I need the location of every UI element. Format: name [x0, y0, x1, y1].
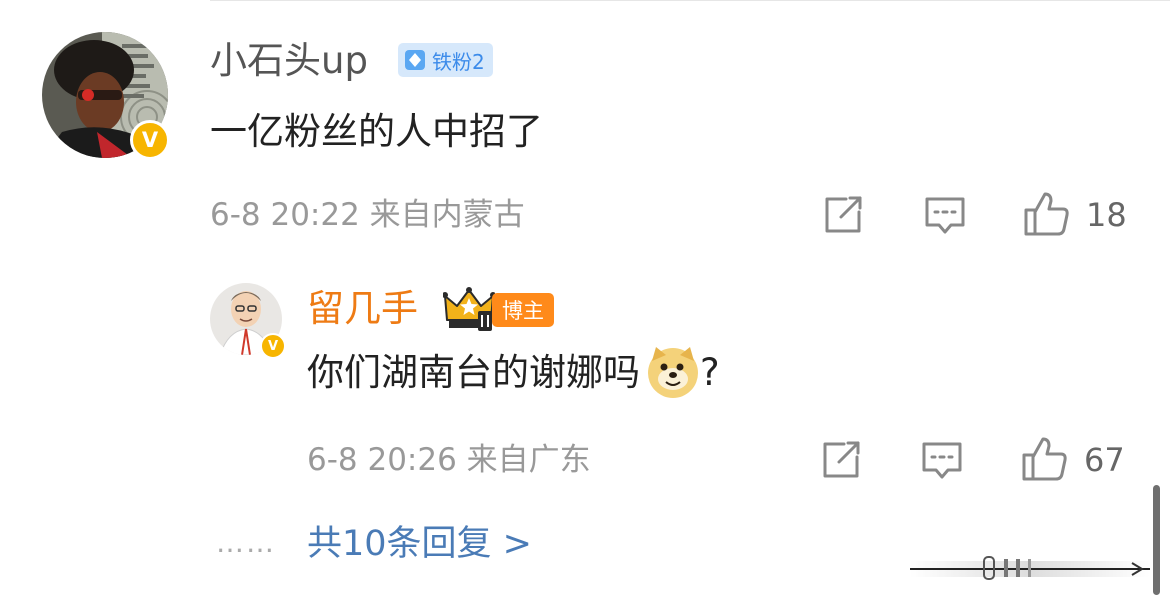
- reply-avatar-wrapper[interactable]: V: [210, 283, 290, 363]
- verified-badge-icon: V: [260, 333, 286, 359]
- comment-meta: 6-8 20:22 来自内蒙古: [210, 197, 525, 233]
- comment-text: 一亿粉丝的人中招了: [210, 110, 543, 153]
- reply-username[interactable]: 留几手: [307, 290, 418, 327]
- like-icon[interactable]: [1020, 435, 1068, 483]
- comment-username[interactable]: 小石头up: [210, 42, 368, 79]
- level-ii-icon: [478, 311, 492, 331]
- more-replies-link[interactable]: 共10条回复 >: [307, 527, 532, 562]
- share-icon[interactable]: [820, 440, 862, 480]
- fan-badge-label: 铁粉2: [432, 49, 485, 74]
- blogger-badge: 博主: [492, 293, 554, 327]
- comment-avatar-wrapper[interactable]: V: [42, 32, 170, 160]
- scrollbar[interactable]: [1153, 485, 1160, 595]
- fan-badge[interactable]: 铁粉2: [398, 43, 493, 77]
- top-divider: [210, 0, 1170, 1]
- watermark-graphic: [910, 555, 1150, 585]
- doge-emoji-icon: [646, 345, 700, 399]
- diamond-icon: [405, 50, 425, 70]
- like-count: 67: [1084, 441, 1125, 479]
- more-dots: ……: [216, 526, 276, 559]
- reply-text: 你们湖南台的谢娜吗: [307, 350, 640, 394]
- comment-icon[interactable]: [920, 440, 964, 484]
- like-icon[interactable]: [1022, 190, 1070, 238]
- comment-icon[interactable]: [923, 195, 967, 239]
- share-icon[interactable]: [822, 195, 864, 235]
- reply-meta: 6-8 20:26 来自广东: [307, 442, 591, 478]
- verified-badge-icon: V: [130, 120, 170, 160]
- reply-text-suffix: ?: [700, 350, 720, 394]
- reply-text-line: 你们湖南台的谢娜吗 ?: [307, 345, 720, 399]
- like-count: 18: [1086, 196, 1127, 234]
